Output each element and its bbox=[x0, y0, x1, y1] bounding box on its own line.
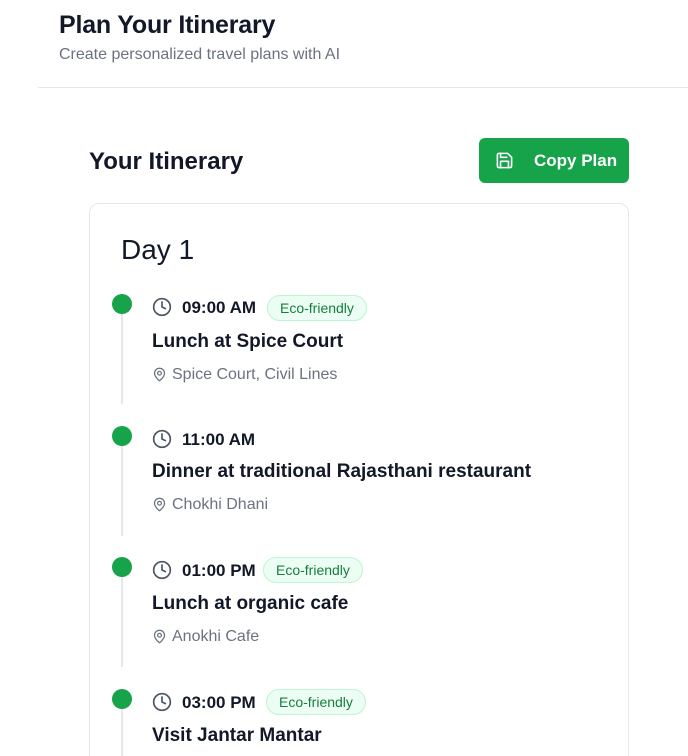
copy-plan-button[interactable]: Copy Plan bbox=[479, 138, 629, 183]
map-pin-icon bbox=[153, 367, 166, 382]
timeline-connector bbox=[121, 577, 123, 667]
item-activity: Lunch at organic cafe bbox=[152, 593, 349, 614]
item-location: Spice Court, Civil Lines bbox=[172, 366, 338, 383]
day-title: Day 1 bbox=[121, 234, 195, 265]
item-time: 01:00 PM bbox=[182, 561, 256, 580]
item-time: 03:00 PM bbox=[182, 693, 256, 712]
timeline-dot bbox=[112, 426, 132, 446]
map-pin-icon bbox=[153, 629, 166, 644]
save-icon bbox=[496, 152, 513, 169]
item-activity: Lunch at Spice Court bbox=[152, 331, 344, 352]
eco-friendly-badge: Eco-friendly bbox=[267, 295, 367, 321]
clock-icon bbox=[152, 692, 172, 712]
timeline-connector bbox=[121, 709, 123, 756]
eco-friendly-badge: Eco-friendly bbox=[266, 689, 366, 715]
map-pin-icon bbox=[153, 497, 166, 512]
timeline-dot bbox=[112, 294, 132, 314]
timeline-connector bbox=[121, 314, 123, 404]
page-subtitle: Create personalized travel plans with AI bbox=[59, 46, 341, 63]
app-header: Plan Your Itinerary Create personalized … bbox=[38, 0, 688, 88]
item-time: 09:00 AM bbox=[182, 298, 257, 317]
timeline-dot bbox=[112, 557, 132, 577]
timeline-dot bbox=[112, 689, 132, 709]
clock-icon bbox=[152, 560, 172, 580]
item-location: Chokhi Dhani bbox=[172, 496, 269, 513]
copy-plan-label: Copy Plan bbox=[534, 151, 618, 170]
day-card: Day 1 09:00 AM Eco-friendly Lunch at Spi… bbox=[89, 203, 629, 756]
item-location: Anokhi Cafe bbox=[172, 628, 260, 645]
itinerary-title: Your Itinerary bbox=[89, 148, 244, 175]
clock-icon bbox=[152, 429, 172, 449]
clock-icon bbox=[152, 297, 172, 317]
eco-friendly-badge: Eco-friendly bbox=[263, 557, 363, 583]
item-time: 11:00 AM bbox=[182, 430, 256, 449]
itinerary-page: Plan Your Itinerary Create personalized … bbox=[0, 0, 688, 756]
page-title: Plan Your Itinerary bbox=[59, 11, 276, 39]
item-activity: Visit Jantar Mantar bbox=[152, 725, 322, 746]
timeline-connector bbox=[121, 446, 123, 536]
item-activity: Dinner at traditional Rajasthani restaur… bbox=[152, 461, 532, 482]
